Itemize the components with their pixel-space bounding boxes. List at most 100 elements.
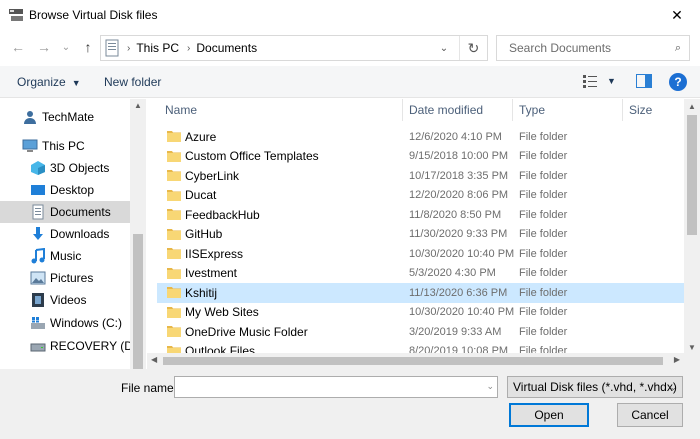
- table-row[interactable]: IISExpress 10/30/2020 10:40 PM File folder: [157, 244, 684, 264]
- scroll-left-icon[interactable]: ◀: [151, 355, 157, 364]
- file-type: File folder: [519, 228, 568, 241]
- file-name: Kshitij: [185, 285, 218, 300]
- chevron-down-icon[interactable]: ⌄: [486, 381, 494, 392]
- 3d-objects-icon: [31, 161, 45, 175]
- downloads-icon: [33, 227, 43, 240]
- sidebar-item-label: Videos: [50, 293, 87, 307]
- sidebar-item-this-pc[interactable]: This PC: [0, 135, 130, 157]
- sidebar-item-videos[interactable]: Videos: [0, 289, 130, 311]
- file-name-input[interactable]: ⌄: [174, 376, 498, 398]
- caret-down-icon: ▼: [71, 78, 81, 88]
- table-row[interactable]: Kshitij 11/13/2020 6:36 PM File folder: [157, 283, 684, 303]
- file-type: File folder: [519, 208, 568, 221]
- file-name: Azure: [185, 129, 217, 144]
- desktop-icon: [31, 185, 45, 195]
- cancel-button-label: Cancel: [631, 408, 669, 422]
- search-input[interactable]: Search Documents ⌕: [496, 35, 690, 61]
- date-modified: 12/20/2020 8:06 PM: [409, 189, 509, 202]
- column-size[interactable]: Size: [623, 99, 684, 121]
- view-dropdown-icon[interactable]: ▼: [607, 76, 616, 86]
- open-button-label: Open: [534, 408, 564, 422]
- refresh-icon[interactable]: ↻: [459, 36, 487, 60]
- file-type: File folder: [519, 169, 568, 182]
- date-modified: 12/6/2020 4:10 PM: [409, 130, 502, 143]
- scrollbar-thumb[interactable]: [687, 115, 697, 235]
- search-icon[interactable]: ⌕: [675, 42, 681, 55]
- column-size-label: Size: [629, 103, 653, 117]
- music-icon: [31, 248, 45, 264]
- command-toolbar: Organize ▼ New folder ▼ ?: [0, 66, 700, 98]
- scrollbar-thumb[interactable]: [133, 234, 143, 369]
- view-options-icon[interactable]: [583, 75, 597, 88]
- close-button[interactable]: ✕: [654, 0, 700, 30]
- folder-icon: [167, 209, 181, 220]
- sidebar-item-music[interactable]: Music: [0, 245, 130, 267]
- breadcrumb-this-pc[interactable]: This PC: [136, 41, 179, 55]
- sidebar-item-desktop[interactable]: Desktop: [0, 179, 130, 201]
- file-type: File folder: [519, 189, 568, 202]
- sidebar-item-label: RECOVERY (D:): [50, 339, 141, 353]
- navigation-pane: TechMate This PC 3D Objects Desktop Docu…: [0, 99, 146, 369]
- file-type: File folder: [519, 286, 568, 299]
- sidebar-item-pictures[interactable]: Pictures: [0, 267, 130, 289]
- table-row[interactable]: Azure 12/6/2020 4:10 PM File folder: [157, 127, 684, 147]
- sidebar-item-recovery-d[interactable]: RECOVERY (D:): [0, 335, 140, 357]
- breadcrumb-separator: ›: [127, 42, 131, 54]
- table-row[interactable]: Ducat 12/20/2020 8:06 PM File folder: [157, 186, 684, 206]
- sidebar-item-documents[interactable]: Documents: [0, 201, 130, 223]
- file-type-filter-label: Virtual Disk files (*.vhd, *.vhdx): [513, 380, 677, 394]
- navigation-pane-scrollbar[interactable]: ▲: [130, 99, 146, 369]
- date-modified: 10/30/2020 10:40 PM: [409, 247, 515, 260]
- table-row[interactable]: GitHub 11/30/2020 9:33 PM File folder: [157, 225, 684, 245]
- table-row[interactable]: Ivestment 5/3/2020 4:30 PM File folder: [157, 264, 684, 284]
- chevron-down-icon: ⌄: [61, 41, 71, 53]
- open-button[interactable]: Open: [509, 403, 589, 427]
- date-modified: 3/20/2019 9:33 AM: [409, 325, 502, 338]
- sidebar-item-3d-objects[interactable]: 3D Objects: [0, 157, 130, 179]
- folder-icon: [167, 150, 181, 162]
- organize-button[interactable]: Organize ▼: [17, 75, 81, 89]
- documents-location-icon: [105, 39, 119, 57]
- date-modified: 9/15/2018 10:00 PM: [409, 150, 509, 163]
- address-bar[interactable]: › This PC › Documents ⌄ ↻: [100, 35, 488, 61]
- table-row[interactable]: My Web Sites 10/30/2020 10:40 PM File fold…: [157, 303, 684, 323]
- dialog-footer: File name: ⌄ Virtual Disk files (*.vhd, …: [0, 369, 700, 439]
- scroll-right-icon[interactable]: ▶: [674, 355, 680, 364]
- recent-locations-button[interactable]: ⌄: [56, 36, 76, 58]
- address-dropdown-icon[interactable]: ⌄: [435, 36, 453, 60]
- sidebar-item-downloads[interactable]: Downloads: [0, 223, 130, 245]
- column-type[interactable]: Type: [513, 99, 623, 121]
- column-name[interactable]: Name: [159, 99, 403, 121]
- breadcrumb-documents[interactable]: Documents: [196, 41, 257, 55]
- folder-icon: [167, 306, 181, 318]
- close-icon: ✕: [671, 6, 683, 23]
- up-button[interactable]: ↑: [78, 36, 98, 58]
- forward-button[interactable]: →: [34, 36, 54, 58]
- table-row[interactable]: FeedbackHub 11/8/2020 8:50 PM File folder: [157, 205, 684, 225]
- file-list-horizontal-scrollbar[interactable]: ◀ ▶: [147, 353, 684, 369]
- table-row[interactable]: CyberLink 10/17/2018 3:35 PM File folder: [157, 166, 684, 186]
- new-folder-button[interactable]: New folder: [104, 75, 161, 89]
- cancel-button[interactable]: Cancel: [617, 403, 683, 427]
- scroll-down-icon[interactable]: ▼: [684, 343, 700, 352]
- table-row[interactable]: OneDrive Music Folder 3/20/2019 9:33 AM Fi…: [157, 322, 684, 342]
- sidebar-item-windows-c[interactable]: Windows (C:): [0, 312, 130, 334]
- sidebar-item-label: TechMate: [42, 110, 95, 124]
- file-type-filter-select[interactable]: Virtual Disk files (*.vhd, *.vhdx) ⌄: [507, 376, 683, 398]
- sidebar-item-techmate[interactable]: TechMate: [0, 106, 130, 128]
- file-name: GitHub: [185, 227, 223, 242]
- help-icon[interactable]: ?: [669, 73, 687, 91]
- date-modified: 11/13/2020 6:36 PM: [409, 286, 508, 299]
- scroll-up-icon[interactable]: ▲: [130, 101, 146, 110]
- pictures-icon: [30, 271, 46, 285]
- file-list-vertical-scrollbar[interactable]: ▲ ▼: [684, 99, 700, 355]
- back-button[interactable]: ←: [8, 36, 28, 58]
- column-date-modified[interactable]: Date modified: [403, 99, 513, 121]
- scrollbar-thumb[interactable]: [163, 357, 663, 365]
- preview-pane-icon[interactable]: [636, 74, 652, 88]
- sidebar-item-label: Windows (C:): [50, 316, 123, 330]
- table-row[interactable]: Custom Office Templates 9/15/2018 10:00 P…: [157, 147, 684, 167]
- scroll-up-icon[interactable]: ▲: [684, 102, 700, 111]
- videos-icon: [32, 293, 44, 307]
- date-modified: 10/30/2020 10:40 PM: [409, 306, 515, 319]
